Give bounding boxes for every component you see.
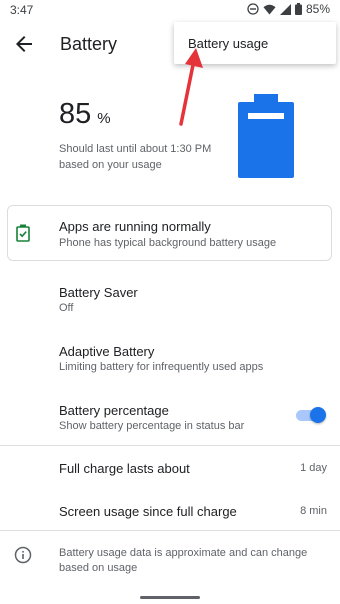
back-arrow-icon[interactable] (12, 32, 36, 56)
battery-level: 85% (59, 98, 111, 131)
setting-title: Battery percentage (59, 403, 169, 418)
divider (0, 530, 340, 531)
wifi-icon (263, 4, 276, 15)
annotation-arrow-icon (179, 48, 203, 126)
do-not-disturb-icon (247, 3, 259, 15)
large-battery-icon (238, 94, 294, 178)
divider (0, 445, 340, 446)
info-icon (14, 546, 32, 564)
battery-level-value: 85 (59, 98, 92, 130)
stat-value: 8 min (300, 505, 327, 517)
setting-subtitle: Off (59, 302, 74, 314)
battery-check-icon (16, 224, 30, 242)
gesture-nav-handle[interactable] (140, 596, 200, 599)
status-battery-text: 85% (305, 2, 330, 16)
setting-subtitle: Show battery percentage in status bar (59, 420, 245, 432)
footer-note: Battery usage data is approximate and ca… (59, 547, 308, 574)
status-battery-icon (294, 3, 302, 15)
page-title: Battery (60, 34, 118, 54)
status-icons: 85% (247, 2, 330, 16)
setting-title: Adaptive Battery (59, 344, 155, 359)
status-bar: 3:47 85% (0, 0, 340, 20)
setting-title: Battery Saver (59, 285, 138, 300)
tip-subtitle: Phone has typical background battery usa… (59, 237, 277, 249)
battery-level-unit: % (97, 110, 111, 127)
battery-tip-card[interactable]: Apps are running normally Phone has typi… (7, 205, 332, 261)
signal-icon (279, 3, 291, 15)
stat-value: 1 day (300, 462, 327, 474)
battery-percentage-toggle[interactable] (296, 405, 326, 425)
tip-title: Apps are running normally (59, 219, 211, 234)
status-time: 3:47 (10, 3, 34, 17)
stat-label: Full charge lasts about (59, 461, 190, 476)
stat-label: Screen usage since full charge (59, 504, 237, 519)
setting-subtitle: Limiting battery for infrequently used a… (59, 361, 264, 373)
battery-estimate: Should last until about 1:30 PM based on… (59, 143, 212, 171)
